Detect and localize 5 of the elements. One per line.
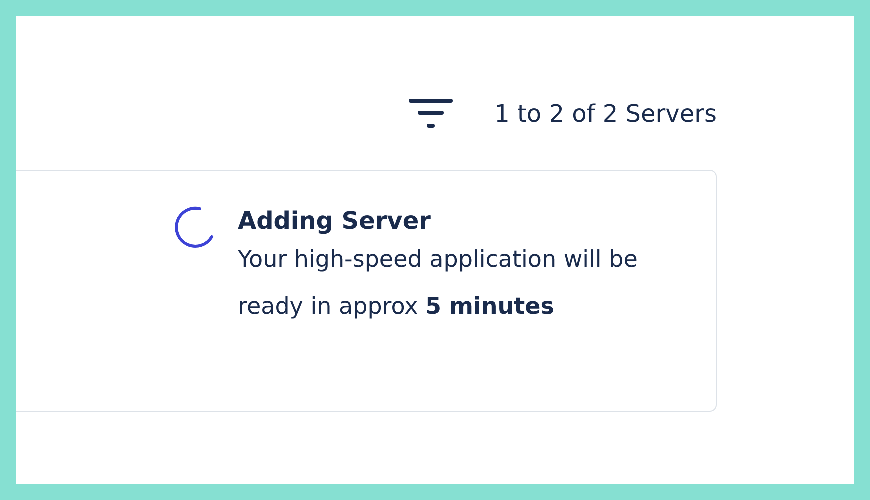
notice-message: Your high-speed application will be ready in approx 5 minutes	[238, 246, 639, 322]
notice-title: Adding Server	[238, 206, 432, 237]
server-count: 1 to 2 of 2 Servers	[494, 100, 717, 128]
filter-icon[interactable]	[408, 99, 453, 129]
spinner-icon	[172, 205, 216, 249]
